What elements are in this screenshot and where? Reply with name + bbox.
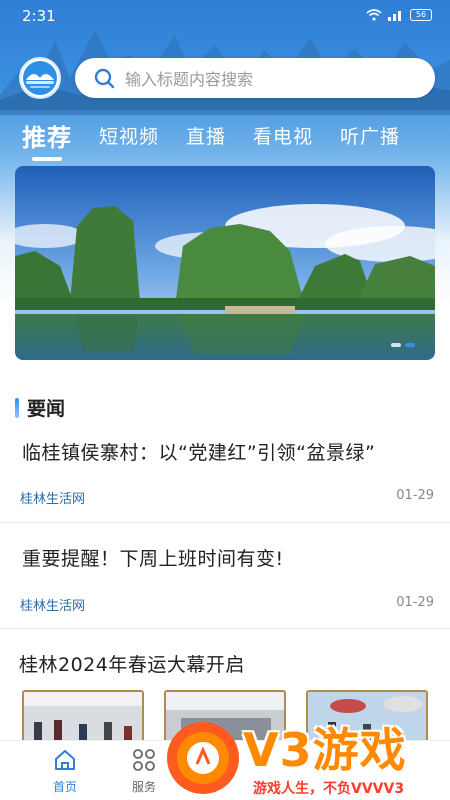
home-icon (55, 750, 75, 770)
grid-icon (133, 749, 155, 771)
section-header: 要闻 (15, 394, 65, 421)
wifi-icon (366, 9, 382, 21)
news-title[interactable]: 桂林2024年春运大幕开启 (19, 650, 245, 677)
carousel-indicator (391, 343, 415, 347)
section-accent-bar (15, 397, 19, 418)
news-date: 01-29 (396, 595, 434, 610)
watermark-logo-icon (167, 722, 239, 794)
battery-icon: 56 (410, 9, 432, 21)
search-placeholder: 输入标题内容搜索 (125, 70, 254, 89)
section-title: 要闻 (27, 398, 66, 420)
tab-live[interactable]: 直播 (186, 122, 226, 149)
news-date: 01-29 (396, 488, 434, 503)
tab-tv[interactable]: 看电视 (253, 122, 313, 149)
channel-tabs: 推荐 短视频 直播 看电视 听广播 (22, 116, 427, 161)
divider (0, 628, 450, 629)
nav-home-label: 首页 (52, 780, 77, 794)
search-bar[interactable]: 输入标题内容搜索 (75, 58, 435, 98)
signal-icon (388, 11, 401, 21)
news-source: 桂林生活网 (20, 599, 86, 614)
carousel-dot[interactable] (391, 343, 401, 347)
logo-icon (23, 61, 57, 95)
status-time: 2:31 (22, 7, 56, 25)
status-bar: 2:31 56 (0, 0, 450, 34)
search-icon (94, 68, 115, 89)
divider (0, 522, 450, 523)
banner-image (15, 166, 435, 360)
carousel-dot-active[interactable] (405, 343, 415, 347)
tab-recommend[interactable]: 推荐 (22, 118, 72, 161)
status-icons: 56 (366, 9, 432, 21)
watermark-brand: V3游戏 (243, 723, 407, 777)
watermark: V3游戏 游戏人生，不负VVVV3 (165, 712, 450, 800)
news-source: 桂林生活网 (20, 492, 86, 507)
app-logo[interactable] (19, 57, 61, 99)
banner-carousel[interactable] (15, 166, 435, 360)
watermark-slogan: 游戏人生，不负VVVV3 (253, 781, 405, 797)
news-title[interactable]: 重要提醒！下周上班时间有变! (22, 544, 284, 571)
news-title[interactable]: 临桂镇侯寨村：以“党建红”引领“盆景绿” (22, 438, 375, 465)
tab-radio[interactable]: 听广播 (340, 122, 400, 149)
nav-home[interactable]: 首页 (35, 747, 95, 795)
tab-short-video[interactable]: 短视频 (99, 122, 159, 149)
